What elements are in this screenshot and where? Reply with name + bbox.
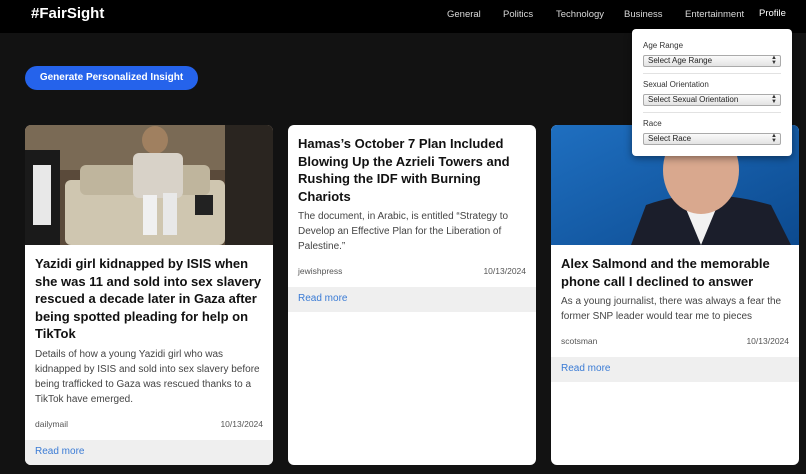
generate-insight-button[interactable]: Generate Personalized Insight bbox=[25, 66, 198, 90]
article-image[interactable] bbox=[25, 125, 273, 245]
article-title[interactable]: Alex Salmond and the memorable phone cal… bbox=[561, 255, 791, 290]
article-card[interactable]: Hamas’s October 7 Plan Included Blowing … bbox=[288, 125, 536, 465]
select-arrows-icon: ▲ ▼ bbox=[771, 94, 777, 105]
article-description: As a young journalist, there was always … bbox=[561, 296, 782, 322]
read-more-link[interactable]: Read more bbox=[298, 293, 347, 304]
article-description: The document, in Arabic, is entitled “St… bbox=[298, 211, 509, 252]
divider bbox=[643, 112, 781, 113]
article-card[interactable]: Alex Salmond and the memorable phone cal… bbox=[551, 125, 799, 465]
nav-general[interactable]: General bbox=[447, 9, 481, 20]
article-description: Details of how a young Yazidi girl who w… bbox=[35, 349, 260, 405]
read-more-link[interactable]: Read more bbox=[35, 446, 84, 457]
article-date: 10/13/2024 bbox=[483, 266, 526, 276]
nav-business[interactable]: Business bbox=[624, 9, 663, 20]
age-range-select[interactable]: Select Age Range ▲ ▼ bbox=[643, 55, 781, 67]
card-footer: Read more bbox=[288, 287, 536, 312]
divider bbox=[643, 73, 781, 74]
age-range-value: Select Age Range bbox=[648, 56, 713, 65]
article-source: scotsman bbox=[561, 336, 598, 346]
race-select[interactable]: Select Race ▲ ▼ bbox=[643, 133, 781, 145]
article-date: 10/13/2024 bbox=[746, 336, 789, 346]
article-title[interactable]: Hamas’s October 7 Plan Included Blowing … bbox=[298, 135, 528, 205]
nav-profile[interactable]: Profile bbox=[759, 8, 786, 19]
brand-logo[interactable]: #FairSight bbox=[31, 5, 104, 22]
nav-politics[interactable]: Politics bbox=[503, 9, 533, 20]
article-card[interactable]: Yazidi girl kidnapped by ISIS when she w… bbox=[25, 125, 273, 465]
article-source: dailymail bbox=[35, 419, 69, 429]
article-date: 10/13/2024 bbox=[220, 419, 263, 429]
race-value: Select Race bbox=[648, 134, 692, 143]
article-source: jewishpress bbox=[298, 266, 343, 276]
read-more-link[interactable]: Read more bbox=[561, 363, 610, 374]
card-footer: Read more bbox=[25, 440, 273, 465]
sexual-orientation-value: Select Sexual Orientation bbox=[648, 95, 739, 104]
sexual-orientation-label: Sexual Orientation bbox=[643, 80, 709, 89]
article-title[interactable]: Yazidi girl kidnapped by ISIS when she w… bbox=[35, 255, 265, 343]
card-footer: Read more bbox=[551, 357, 799, 382]
profile-dropdown: Age Range Select Age Range ▲ ▼ Sexual Ori… bbox=[632, 29, 792, 156]
nav-technology[interactable]: Technology bbox=[556, 9, 604, 20]
select-arrows-icon: ▲ ▼ bbox=[771, 55, 777, 66]
age-range-label: Age Range bbox=[643, 41, 684, 50]
sexual-orientation-select[interactable]: Select Sexual Orientation ▲ ▼ bbox=[643, 94, 781, 106]
select-arrows-icon: ▲ ▼ bbox=[771, 133, 777, 144]
race-label: Race bbox=[643, 119, 662, 128]
nav-entertainment[interactable]: Entertainment bbox=[685, 9, 744, 20]
